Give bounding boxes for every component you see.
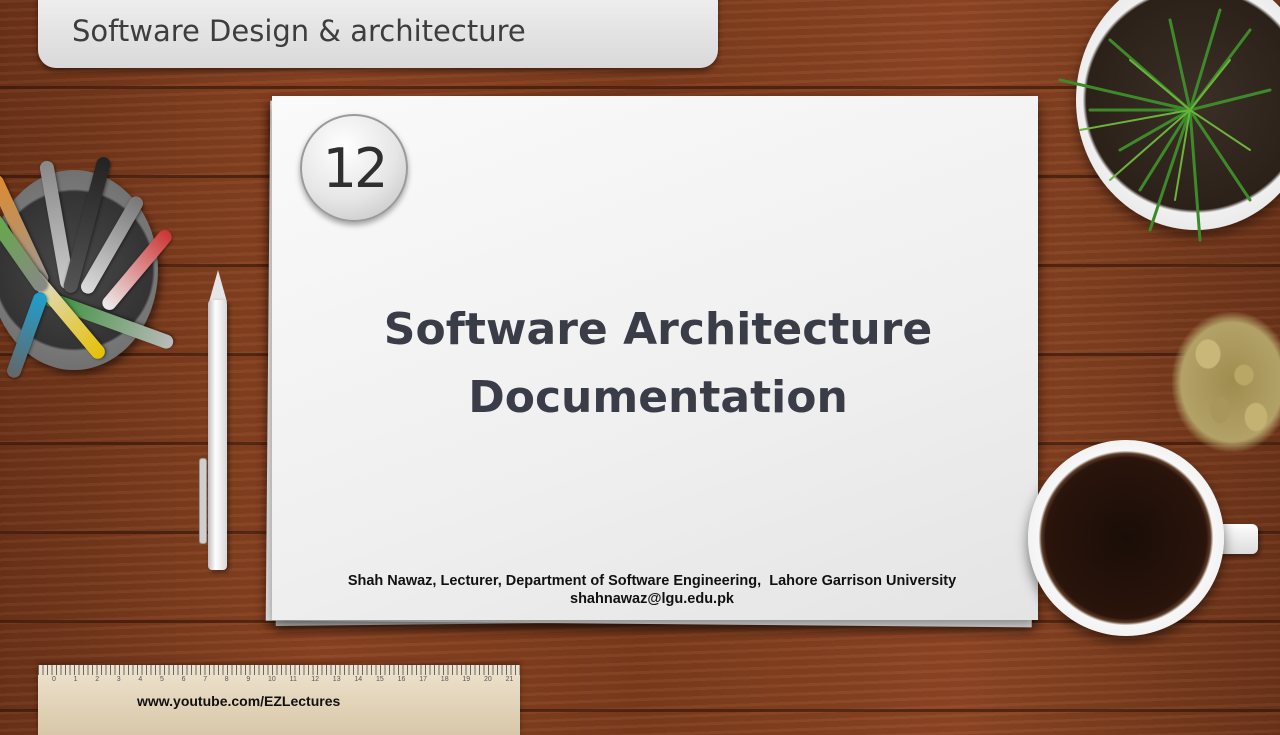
ruler-number: 12 (311, 676, 319, 683)
ruler-ticks (38, 665, 520, 675)
channel-url[interactable]: www.youtube.com/EZLectures (137, 693, 340, 709)
lecture-number: 12 (322, 136, 389, 200)
plant-leaves (1058, 8, 1272, 242)
pencil-clip (199, 458, 207, 544)
ruler-number: 9 (246, 676, 251, 683)
ruler-number: 2 (95, 676, 100, 683)
slide-title-line2: Documentation (468, 372, 848, 423)
author-line: Shah Nawaz, Lecturer, Department of Soft… (347, 573, 957, 589)
ruler-number: 8 (224, 676, 229, 683)
ruler-number: 15 (376, 676, 384, 683)
ruler-number: 21 (505, 676, 514, 683)
ruler-number: 11 (289, 676, 297, 683)
ruler-number: 20 (484, 676, 492, 683)
ruler-number: 19 (462, 676, 471, 683)
pencil-icon (208, 300, 227, 570)
ruler-number: 3 (116, 676, 121, 683)
ruler-number: 6 (181, 676, 186, 683)
pens-group (0, 150, 190, 390)
coffee-cup-icon (1028, 440, 1224, 636)
ruler-number: 16 (397, 676, 406, 683)
lecture-number-badge: 12 (300, 114, 408, 222)
ruler-number: 13 (332, 676, 341, 683)
course-title-banner: Software Design & architecture (38, 0, 718, 68)
ruler-number: 4 (138, 676, 143, 683)
ruler-number: 1 (73, 676, 78, 683)
ruler-number: 17 (419, 676, 427, 683)
pencil-tip (209, 270, 227, 302)
ruler-number: 10 (268, 676, 276, 683)
course-title: Software Design & architecture (72, 14, 526, 48)
ruler-number: 14 (354, 676, 363, 683)
ruler-number: 18 (440, 676, 449, 683)
slide-title-line1: Software Architecture (383, 304, 933, 355)
ruler-numbers: 0 1 2 3 4 5 6 7 8 9 10 11 12 13 14 15 16 17 18 19 20 21 (52, 676, 522, 686)
author-info: Shah Nawaz, Lecturer, Department of Soft… (290, 572, 1014, 608)
ruler-number: 0 (52, 676, 56, 683)
ruler-number: 5 (160, 676, 164, 683)
ruler-number: 7 (203, 676, 208, 683)
slide-title: Software Architecture Documentation (300, 296, 1016, 432)
seeds-icon (1172, 312, 1280, 452)
author-email: shahnawaz@lgu.edu.pk (570, 591, 734, 607)
